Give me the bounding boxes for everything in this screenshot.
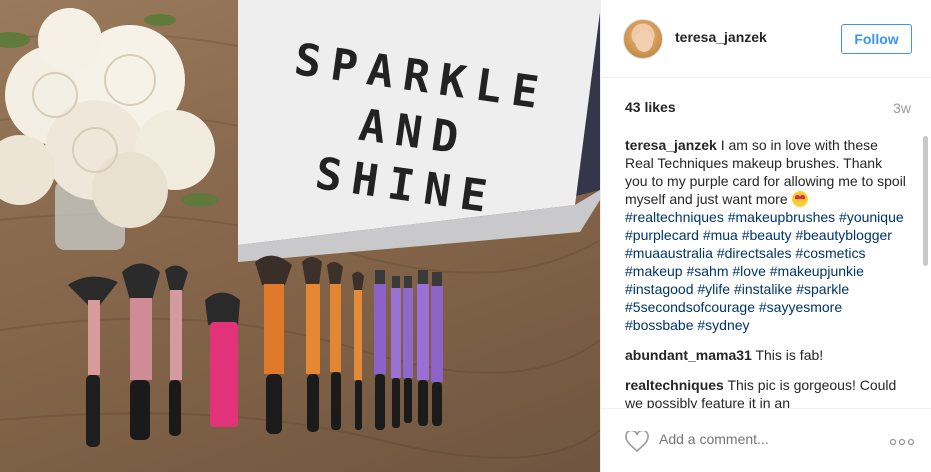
post-header: teresa_janzek Follow	[601, 0, 931, 78]
follow-button[interactable]: Follow	[841, 24, 912, 54]
caption-comment: teresa_janzek I am so in love with these…	[625, 136, 907, 334]
comment-username[interactable]: abundant_mama31	[625, 347, 752, 363]
comments-scrollbar[interactable]	[923, 136, 928, 266]
list-item: realtechniques This pic is gorgeous! Cou…	[625, 376, 907, 408]
post-sidebar: teresa_janzek Follow 43 likes 3w teresa_…	[600, 0, 931, 472]
caption-hashtags[interactable]: #realtechniques #makeupbrushes #younique…	[625, 209, 904, 333]
more-options-icon[interactable]	[889, 433, 915, 451]
heart-eyes-emoji-icon	[791, 191, 808, 207]
comment-text: This is fab!	[755, 347, 824, 363]
post-age[interactable]: 3w	[893, 100, 911, 116]
list-item: abundant_mama31 This is fab!	[625, 346, 907, 364]
post-footer	[601, 408, 931, 472]
flower-bouquet	[0, 8, 218, 250]
caption-username[interactable]: teresa_janzek	[625, 137, 717, 153]
comment-input[interactable]	[659, 431, 889, 447]
likes-count[interactable]: 43 likes	[625, 99, 676, 115]
avatar[interactable]	[623, 19, 663, 59]
heart-icon[interactable]	[625, 429, 649, 458]
comment-username[interactable]: realtechniques	[625, 377, 724, 393]
username-link[interactable]: teresa_janzek	[675, 29, 767, 45]
post-photo[interactable]: SPARKLE AND SHINE	[0, 0, 600, 472]
comments-list[interactable]: teresa_janzek I am so in love with these…	[625, 136, 907, 408]
